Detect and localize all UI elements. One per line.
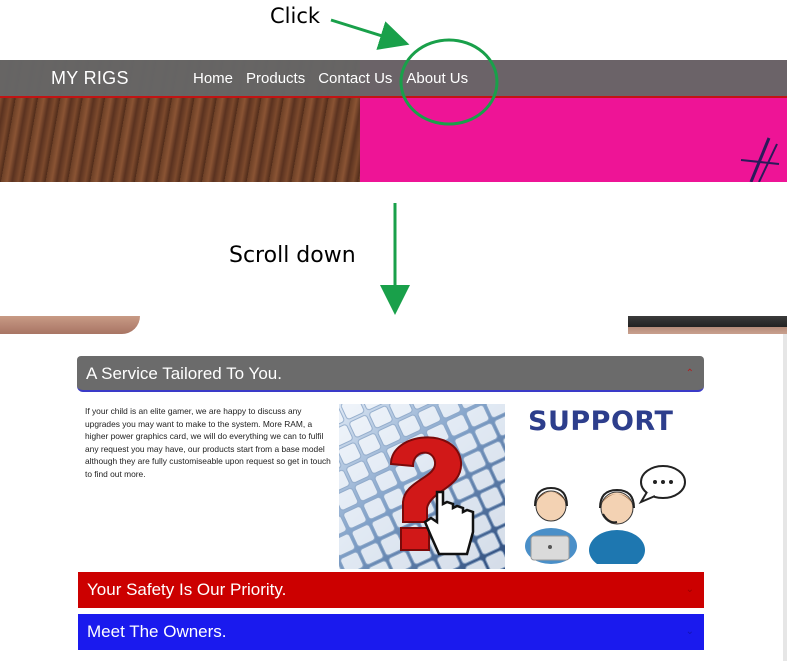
scroll-down-annotation: Scroll down bbox=[229, 243, 356, 268]
chevron-down-icon: ⌄ bbox=[685, 626, 694, 637]
chevron-up-icon: ⌃ bbox=[685, 368, 694, 379]
accordion-body-text: If your child is an elite gamer, we are … bbox=[85, 406, 331, 479]
nav-home-link[interactable]: Home bbox=[193, 70, 233, 87]
accordion-title: Meet The Owners. bbox=[87, 622, 227, 641]
about-section: A Service Tailored To You. ⌃ If your chi… bbox=[0, 316, 787, 661]
chevron-down-icon: ⌄ bbox=[685, 584, 694, 595]
navbar: MY RIGS Home Products Contact Us About U… bbox=[0, 60, 787, 98]
nav-about-link[interactable]: About Us bbox=[406, 70, 468, 87]
nav-products-link[interactable]: Products bbox=[246, 70, 305, 87]
accordion-header-owners[interactable]: Meet The Owners. ⌄ bbox=[78, 614, 704, 650]
keyboard-question-hand-icon bbox=[339, 404, 505, 569]
support-title: SUPPORT bbox=[528, 406, 674, 437]
hero-header: MY RIGS Home Products Contact Us About U… bbox=[0, 60, 787, 182]
accordion-header-service[interactable]: A Service Tailored To You. ⌃ bbox=[77, 356, 704, 392]
brand-logo[interactable]: MY RIGS bbox=[51, 68, 129, 89]
nav-contact-link[interactable]: Contact Us bbox=[318, 70, 392, 87]
accordion-title: A Service Tailored To You. bbox=[86, 364, 282, 383]
keyboard-question-image bbox=[339, 404, 505, 569]
accordion-header-safety[interactable]: Your Safety Is Our Priority. ⌄ bbox=[78, 572, 704, 608]
pen-icon bbox=[740, 137, 780, 182]
hero-image-strip-right bbox=[628, 316, 787, 334]
support-image: SUPPORT bbox=[517, 404, 695, 570]
hero-image-strip-left bbox=[0, 316, 140, 334]
click-arrow bbox=[330, 18, 410, 50]
accordion-title: Your Safety Is Our Priority. bbox=[87, 580, 287, 599]
nav-links: Home Products Contact Us About Us bbox=[193, 70, 481, 87]
scrollbar-track[interactable] bbox=[783, 334, 787, 661]
click-annotation: Click bbox=[270, 4, 321, 28]
